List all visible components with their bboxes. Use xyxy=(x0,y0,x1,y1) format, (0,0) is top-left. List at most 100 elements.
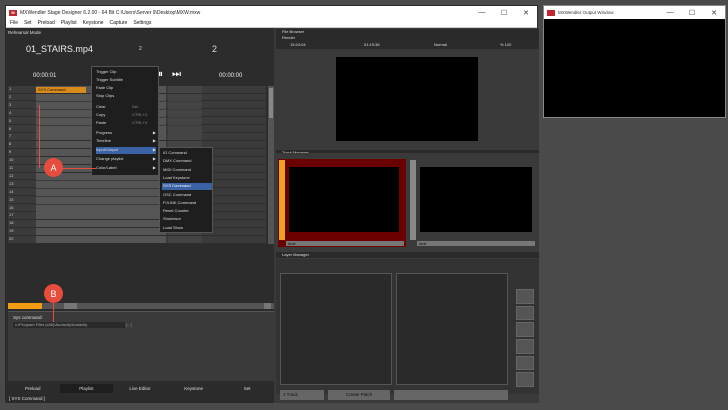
clip-cell[interactable] xyxy=(36,196,166,204)
layer-side-button[interactable] xyxy=(516,322,534,338)
sys-command-cell[interactable]: SYS Command xyxy=(36,87,86,93)
track-a[interactable]: fade xyxy=(278,159,406,247)
clip-cell[interactable] xyxy=(168,86,202,93)
clip-cell[interactable] xyxy=(36,180,166,188)
submenu-item[interactable]: SYS Command xyxy=(162,183,212,191)
tab-preload[interactable]: Preload xyxy=(6,384,60,393)
menu-item[interactable]: Clear Del xyxy=(96,104,156,111)
menu-item[interactable]: Timeline ▶ xyxy=(96,138,156,145)
output-title-bar: MXWendler Output Window — ☐ ✕ xyxy=(544,6,725,19)
track-a-fade[interactable]: fade xyxy=(286,241,404,246)
close-button[interactable]: ✕ xyxy=(703,6,725,19)
skip-end-icon[interactable]: ⏭ xyxy=(170,68,183,81)
submenu-arrow-icon: ▶ xyxy=(152,138,156,143)
layer-side-button[interactable] xyxy=(516,339,534,354)
clip-name: 01_STAIRS.mp4 xyxy=(26,44,93,54)
menu-preload[interactable]: Preload xyxy=(38,20,55,26)
track-b-fader[interactable] xyxy=(410,160,416,240)
menu-item[interactable]: Color/Label ▶ xyxy=(96,165,156,172)
layer-manager-header[interactable]: Layer Manager xyxy=(276,252,539,258)
table-row[interactable]: 16 xyxy=(8,204,266,212)
maximize-button[interactable]: ☐ xyxy=(493,6,515,19)
render-zoom[interactable]: % 100 xyxy=(500,42,511,47)
tab-keystone[interactable]: Keystone xyxy=(167,384,221,393)
submenu-item[interactable]: OSC Command xyxy=(162,192,212,199)
menu-capture[interactable]: Capture xyxy=(110,20,128,26)
clip-cell[interactable] xyxy=(168,125,202,133)
row-number: 1 xyxy=(9,86,12,91)
menu-item[interactable]: Change playlist ▶ xyxy=(96,156,156,163)
grid-scrollbar[interactable] xyxy=(268,86,274,244)
output-window-title: MXWendler Output Window xyxy=(558,10,614,15)
row-number: 5 xyxy=(9,117,12,123)
layer-slot[interactable] xyxy=(396,273,508,385)
table-row[interactable]: 17 xyxy=(8,212,266,220)
submenu-item[interactable]: PJLINK Command xyxy=(162,200,212,207)
layer-slot[interactable] xyxy=(280,273,392,385)
menu-set[interactable]: Set xyxy=(24,20,32,26)
maximize-button[interactable]: ☐ xyxy=(681,6,703,19)
tab-live-editor[interactable]: Live Editor xyxy=(113,384,167,393)
clip-cell[interactable] xyxy=(168,236,202,244)
menu-item[interactable]: Trigger Clip xyxy=(96,69,156,76)
table-row[interactable]: 14 xyxy=(8,188,266,197)
tab-playlist[interactable]: Playlist xyxy=(59,384,114,393)
clip-cell[interactable] xyxy=(36,228,166,236)
layer-side-button[interactable] xyxy=(516,355,534,371)
submenu-item[interactable]: DMX Command xyxy=(162,158,212,165)
browse-button[interactable]: [...] xyxy=(126,322,132,327)
menu-file[interactable]: File xyxy=(10,20,18,26)
patch-field[interactable] xyxy=(394,390,508,400)
layer-side-button[interactable] xyxy=(516,289,534,304)
submenu-item[interactable]: Load Show xyxy=(162,225,212,232)
submenu-item[interactable]: MIDI Command xyxy=(162,167,212,174)
strip-end-button[interactable] xyxy=(264,303,271,309)
clip-cell[interactable] xyxy=(36,204,166,212)
row-number: 16 xyxy=(9,204,14,210)
menu-item[interactable]: Copy CTRL+C xyxy=(96,112,156,119)
minimize-button[interactable]: — xyxy=(471,6,493,19)
menu-item[interactable]: Trigger Subtitle xyxy=(96,77,156,84)
menu-playlist[interactable]: Playlist xyxy=(61,20,77,26)
menu-item[interactable]: Fade Clip xyxy=(96,85,156,92)
timeline-strip[interactable] xyxy=(8,303,274,309)
create-patch-button[interactable]: Create Patch xyxy=(328,390,390,400)
clip-cell[interactable] xyxy=(36,212,166,220)
strip-button[interactable] xyxy=(70,303,77,309)
table-row[interactable]: 20 xyxy=(8,236,266,244)
menu-item[interactable]: Progress ▶ xyxy=(96,130,156,137)
clip-cell[interactable] xyxy=(168,133,202,141)
submenu-item[interactable]: Load Keystone xyxy=(162,175,212,182)
clip-cell[interactable] xyxy=(168,101,202,109)
render-mode[interactable]: Normal xyxy=(434,42,447,47)
tab-set[interactable]: Set xyxy=(220,384,274,393)
clip-cell[interactable] xyxy=(168,109,202,117)
menu-keystone[interactable]: Keystone xyxy=(83,20,104,26)
clip-cell[interactable] xyxy=(168,93,202,101)
menu-item[interactable]: Stop Clips xyxy=(96,93,156,100)
table-row[interactable]: 13 xyxy=(8,180,266,189)
submenu-item[interactable]: IO Command xyxy=(162,150,212,157)
menu-settings[interactable]: Settings xyxy=(133,20,151,26)
menu-item[interactable]: Paste CTRL+V xyxy=(96,120,156,127)
track-b-fade[interactable]: fade xyxy=(417,241,535,246)
clip-cell[interactable] xyxy=(36,236,166,244)
scrollbar-thumb[interactable] xyxy=(269,88,273,118)
clip-cell[interactable] xyxy=(36,188,166,196)
clip-cell[interactable] xyxy=(36,220,166,228)
track-count-button[interactable]: 1 Track xyxy=(280,390,324,400)
submenu-item[interactable]: Shutdown xyxy=(162,216,212,223)
submenu-item[interactable]: Reset Counter xyxy=(162,208,212,215)
minimize-button[interactable]: — xyxy=(659,6,681,19)
sys-command-input[interactable]: c:\Program Files (x86)\Audacity\Audacity xyxy=(13,322,125,328)
clip-cell[interactable] xyxy=(168,117,202,125)
layer-side-button[interactable] xyxy=(516,305,534,321)
close-button[interactable]: ✕ xyxy=(515,6,537,19)
table-row[interactable]: 19 xyxy=(8,228,266,236)
table-row[interactable]: 18 xyxy=(8,220,266,228)
layer-side-button[interactable] xyxy=(516,372,534,388)
track-a-fader[interactable] xyxy=(279,160,285,240)
menu-item[interactable]: Input/Output ▶ xyxy=(96,147,156,154)
track-b[interactable]: fade xyxy=(409,159,537,247)
table-row[interactable]: 15 xyxy=(8,196,266,205)
